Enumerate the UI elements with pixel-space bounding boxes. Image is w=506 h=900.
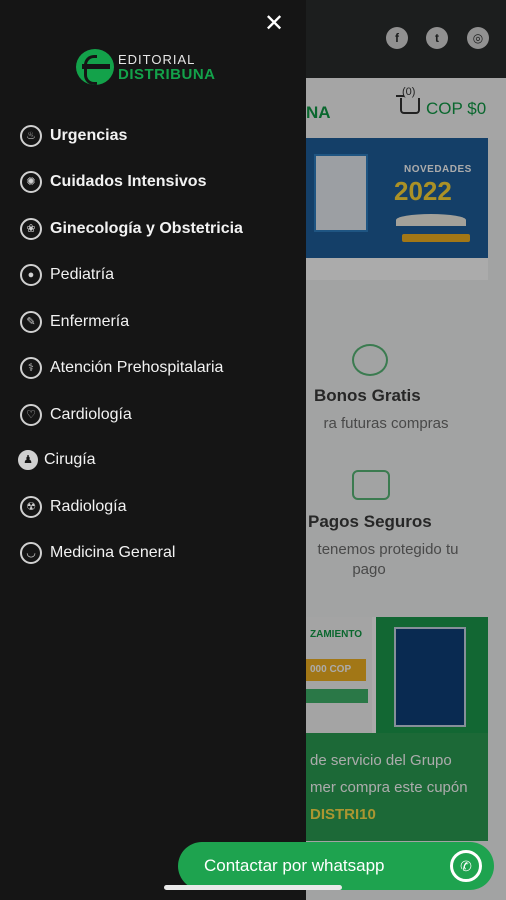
editorial-distribuna-logo[interactable]: EDITORIAL DISTRIBUNA [76,49,236,87]
close-icon[interactable]: ✕ [260,10,288,38]
menu-item-label: Atención Prehospitalaria [50,359,224,376]
caduceus-icon: ⚕ [20,357,42,379]
flame-icon: ♨ [20,125,42,147]
menu-item-urgencias[interactable]: ♨ Urgencias [20,116,326,156]
home-indicator[interactable] [164,885,342,890]
menu-item-cardiologia[interactable]: ♡ Cardiología [20,395,326,435]
menu-item-label: Radiología [50,498,127,515]
flower-icon: ❀ [20,218,42,240]
menu-item-label: Cirugía [44,451,96,468]
menu-item-cuidados-intensivos[interactable]: ✺ Cuidados Intensivos [20,162,326,202]
menu-item-radiologia[interactable]: ☢ Radiología [20,487,326,527]
menu-item-label: Pediatría [50,266,115,283]
syringe-icon: ✎ [20,311,42,333]
menu-item-ginecologia[interactable]: ❀ Ginecología y Obstetricia [20,209,326,249]
heart-icon: ♡ [20,404,42,426]
menu-item-label: Medicina General [50,544,176,561]
whatsapp-button-label: Contactar por whatsapp [204,856,385,875]
surgeon-icon: ♟ [18,450,38,470]
stethoscope-icon: ◡ [20,542,42,564]
side-drawer: ✕ EDITORIAL DISTRIBUNA ♨ Urgencias ✺ Cui… [0,0,306,900]
menu-item-pediatria[interactable]: ● Pediatría [20,255,326,295]
menu-item-label: Enfermería [50,313,130,330]
virus-icon: ✺ [20,171,42,193]
whatsapp-contact-button[interactable]: Contactar por whatsapp ✆ [178,842,494,890]
menu-item-label: Ginecología y Obstetricia [50,220,243,237]
logo-text-top: EDITORIAL [118,52,196,67]
menu-item-label: Urgencias [50,127,128,144]
menu-item-enfermeria[interactable]: ✎ Enfermería [20,302,326,342]
pacifier-icon: ● [20,264,42,286]
menu-item-atencion-prehospitalaria[interactable]: ⚕ Atención Prehospitalaria [20,348,326,388]
menu-item-label: Cuidados Intensivos [50,173,207,190]
whatsapp-icon: ✆ [450,850,482,882]
menu-item-label: Cardiología [50,406,132,423]
menu-item-medicina-general[interactable]: ◡ Medicina General [20,533,326,573]
radiation-icon: ☢ [20,496,42,518]
logo-mark-icon [76,49,114,85]
logo-text-bottom: DISTRIBUNA [118,66,216,83]
menu-item-cirugia[interactable]: ♟ Cirugía [18,440,324,480]
